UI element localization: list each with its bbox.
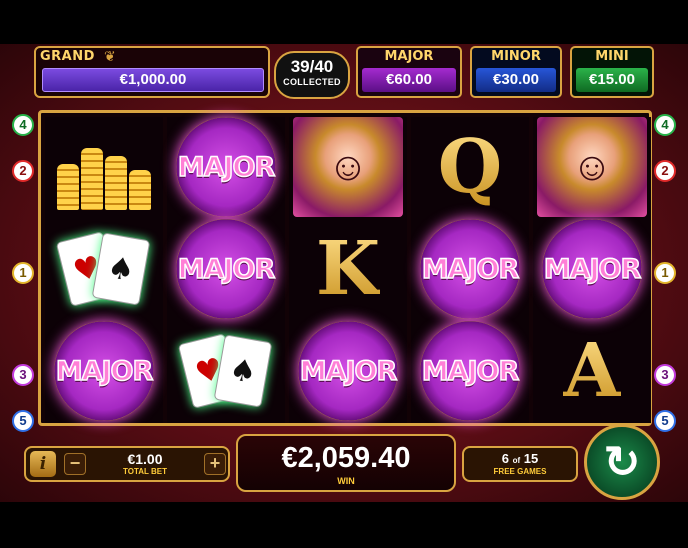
- reel-symbol: MAJOR: [411, 219, 529, 319]
- total-bet-label: TOTAL BET: [123, 467, 167, 476]
- payline-marker-right: 4: [654, 114, 676, 136]
- coin-stack: [57, 164, 79, 210]
- reel: ☺ K MAJOR: [289, 117, 407, 423]
- total-bet-value: €1.00: [127, 451, 163, 467]
- coin-stack: [105, 156, 127, 210]
- spin-button[interactable]: ↻: [584, 424, 660, 500]
- reel: Q MAJOR MAJOR: [411, 117, 529, 423]
- win-panel: €2,059.40 WIN: [236, 434, 456, 492]
- reel-symbol: MAJOR: [167, 117, 285, 217]
- woman-portrait-icon: ☺: [537, 117, 647, 217]
- payline-marker-left: 4: [12, 114, 34, 136]
- reel-symbol: MAJOR: [289, 321, 407, 421]
- major-value: €60.00: [362, 68, 456, 92]
- major-label: MAJOR: [384, 49, 434, 64]
- reel-symbol: A: [533, 321, 651, 421]
- win-label: WIN: [337, 476, 355, 486]
- chip-label: MAJOR: [421, 355, 520, 388]
- payline-marker-right: 5: [654, 410, 676, 432]
- payline-marker-right: 2: [654, 160, 676, 182]
- free-games-count: 6 of 15: [464, 451, 576, 466]
- chip-label: MAJOR: [421, 253, 520, 286]
- win-value: €2,059.40: [281, 442, 411, 474]
- grand-label: GRAND: [40, 49, 95, 64]
- refresh-icon: ↻: [603, 437, 641, 487]
- reel-symbol: MAJOR: [533, 219, 651, 319]
- reel-symbol: K: [289, 219, 407, 319]
- payline-marker-right: 3: [654, 364, 676, 386]
- info-button[interactable]: i: [30, 451, 56, 477]
- letter-a-icon: A: [563, 328, 621, 414]
- letter-k-icon: K: [315, 226, 381, 312]
- mini-value: €15.00: [576, 68, 648, 92]
- payline-marker-right: 1: [654, 262, 676, 284]
- major-chip-icon: MAJOR: [420, 321, 520, 421]
- mini-jackpot: MINI €15.00: [570, 46, 654, 98]
- chip-label: MAJOR: [299, 355, 398, 388]
- chip-label: MAJOR: [543, 253, 642, 286]
- card-spades-icon: ♠: [213, 334, 273, 408]
- reel-symbol: ♥ ♠: [167, 321, 285, 421]
- payline-marker-left: 5: [12, 410, 34, 432]
- minor-value: €30.00: [476, 68, 556, 92]
- reel-symbol: MAJOR: [45, 321, 163, 421]
- payline-marker-left: 1: [12, 262, 34, 284]
- letter-q-icon: Q: [437, 124, 503, 210]
- major-jackpot: MAJOR €60.00: [356, 46, 462, 98]
- major-chip-icon: MAJOR: [176, 117, 276, 217]
- payline-marker-left: 2: [12, 160, 34, 182]
- reel-symbol: MAJOR: [167, 219, 285, 319]
- reel: ♥ ♠ MAJOR: [45, 117, 163, 423]
- free-games-panel: 6 of 15 FREE GAMES: [462, 446, 578, 482]
- reel-symbol: MAJOR: [411, 321, 529, 421]
- chip-label: MAJOR: [177, 253, 276, 286]
- grand-jackpot: GRAND ❦ €1,000.00: [34, 46, 270, 98]
- free-games-of: of: [512, 456, 521, 465]
- reel-symbol: ☺: [289, 117, 407, 217]
- reel-frame: ♥ ♠ MAJOR MAJOR MAJOR ♥ ♠ ☺ K MAJOR Q MAJOR MAJOR ☺ MA…: [38, 110, 652, 426]
- collected-counter: 39/40 COLLECTED: [274, 51, 350, 99]
- coin-stacks-icon: [56, 124, 152, 210]
- bet-panel: i − €1.00 TOTAL BET +: [24, 446, 230, 482]
- major-chip-icon: MAJOR: [542, 219, 642, 319]
- reel-symbol: Q: [411, 117, 529, 217]
- increase-bet-button[interactable]: +: [204, 453, 226, 475]
- card-spades-icon: ♠: [91, 232, 151, 306]
- woman-portrait-icon: ☺: [293, 117, 403, 217]
- chip-label: MAJOR: [177, 151, 276, 184]
- minor-jackpot: MINOR €30.00: [470, 46, 562, 98]
- major-chip-icon: MAJOR: [298, 321, 398, 421]
- playing-cards-icon: ♥ ♠: [55, 226, 152, 312]
- major-chip-icon: MAJOR: [176, 219, 276, 319]
- chip-label: MAJOR: [55, 355, 154, 388]
- free-games-label: FREE GAMES: [493, 467, 547, 476]
- collected-count: 39/40: [290, 57, 334, 76]
- free-games-current: 6: [501, 451, 509, 466]
- coin-stack: [81, 148, 103, 210]
- decrease-bet-button[interactable]: −: [64, 453, 86, 475]
- payline-marker-left: 3: [12, 364, 34, 386]
- grand-value: €1,000.00: [42, 68, 264, 92]
- reel-symbol: [45, 117, 163, 217]
- free-games-total: 15: [523, 451, 539, 466]
- major-chip-icon: MAJOR: [420, 219, 520, 319]
- reel-symbol: ♥ ♠: [45, 219, 163, 319]
- playing-cards-icon: ♥ ♠: [177, 328, 274, 414]
- mini-label: MINI: [595, 49, 629, 64]
- collected-label: COLLECTED: [283, 77, 341, 87]
- reel-symbol: ☺: [533, 117, 651, 217]
- major-chip-icon: MAJOR: [54, 321, 154, 421]
- reel: MAJOR MAJOR ♥ ♠: [167, 117, 285, 423]
- swirl-ornament-icon: ❦: [104, 48, 116, 64]
- coin-stack: [129, 170, 151, 210]
- reel: ☺ MAJOR A: [533, 117, 651, 423]
- minor-label: MINOR: [491, 49, 541, 64]
